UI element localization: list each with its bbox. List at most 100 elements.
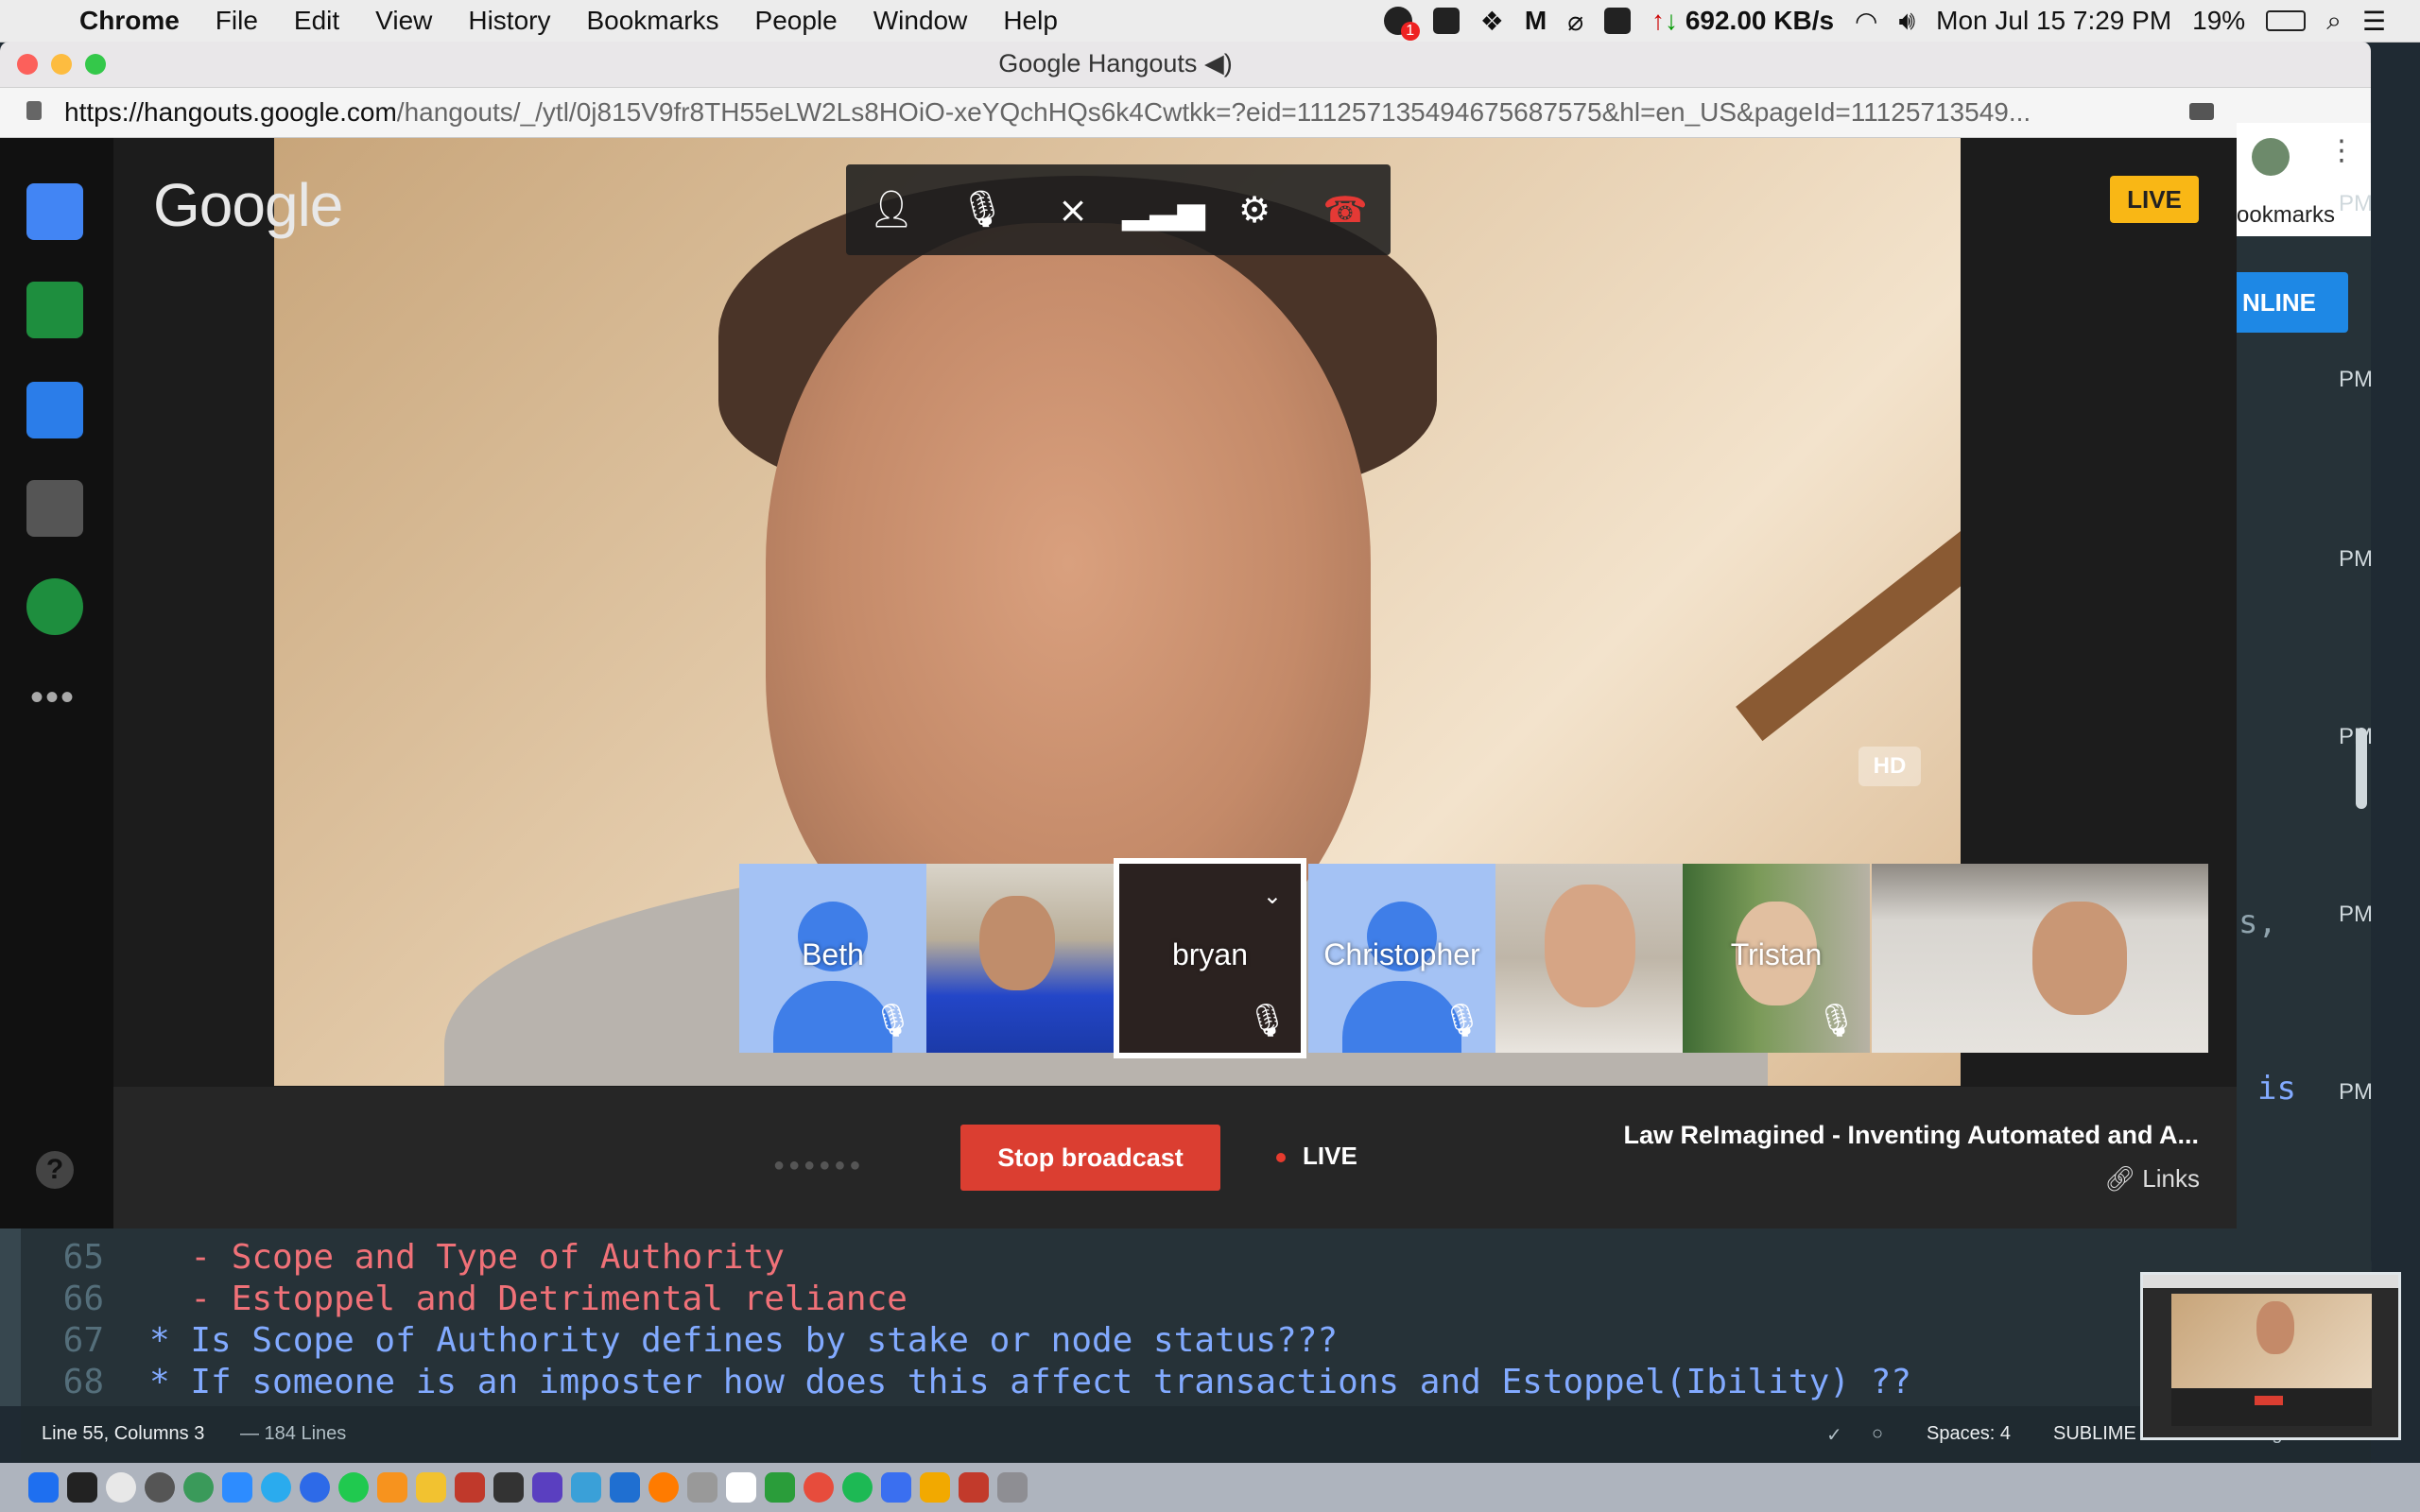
telegram-icon[interactable]: [261, 1472, 291, 1503]
syntax-setting[interactable]: SUBLIME: [2053, 1423, 2136, 1445]
notification-icon[interactable]: 1: [1383, 7, 1420, 41]
settings-gear-icon[interactable]: ⚙: [1231, 186, 1278, 233]
github-icon[interactable]: [493, 1472, 524, 1503]
participant-name: Tristan: [1730, 937, 1823, 971]
help-icon[interactable]: ?: [36, 1151, 74, 1189]
stop-broadcast-button[interactable]: Stop broadcast: [960, 1125, 1220, 1191]
dock: [0, 1463, 2420, 1512]
calendar-icon[interactable]: [726, 1472, 756, 1503]
whatsapp-icon[interactable]: [338, 1472, 369, 1503]
hang-up-icon[interactable]: ☎: [1322, 186, 1369, 233]
camera-indicator-icon[interactable]: [2189, 103, 2214, 120]
app-icon[interactable]: [145, 1472, 175, 1503]
participant-name: bryan: [1171, 937, 1249, 971]
code-line[interactable]: * If someone is an imposter how does thi…: [149, 1363, 1911, 1401]
participant-thumbnail[interactable]: [1872, 864, 2208, 1053]
battery-level[interactable]: 19%: [2192, 6, 2245, 36]
terminal-icon[interactable]: [67, 1472, 97, 1503]
menu-help[interactable]: Help: [1003, 6, 1058, 36]
time-label: PM: [2339, 191, 2373, 216]
profile-avatar[interactable]: [2252, 138, 2290, 176]
zoom-icon[interactable]: [222, 1472, 252, 1503]
app-icon[interactable]: [377, 1472, 407, 1503]
control-room-app-icon[interactable]: [26, 480, 83, 537]
editor-text-fragment: is: [2257, 1070, 2296, 1108]
chrome-icon[interactable]: [106, 1472, 136, 1503]
menu-app-name[interactable]: Chrome: [79, 6, 180, 36]
indentation-setting[interactable]: Spaces: 4: [1927, 1423, 2011, 1445]
participant-thumbnail[interactable]: Christopher 🎙︎: [1308, 864, 1495, 1053]
cursor-position[interactable]: Line 55, Columns 3: [42, 1423, 204, 1445]
time-label: PM: [2339, 902, 2373, 927]
links-button[interactable]: 🔗︎ Links: [2104, 1164, 2200, 1194]
menu-window[interactable]: Window: [873, 6, 968, 36]
app-icon[interactable]: [416, 1472, 446, 1503]
wifi-icon[interactable]: ◠: [1855, 6, 1877, 37]
inbox-icon[interactable]: [1604, 8, 1632, 34]
battery-icon: [2266, 10, 2307, 31]
chevron-down-icon[interactable]: ⌄: [1263, 883, 1282, 910]
paperclip-icon[interactable]: ⌀: [1567, 6, 1583, 37]
participant-thumbnail[interactable]: Beth 🎙︎: [739, 864, 926, 1053]
trash-icon[interactable]: [997, 1472, 1028, 1503]
screenshare-app-icon[interactable]: [26, 282, 83, 338]
menu-history[interactable]: History: [468, 6, 550, 36]
code-line[interactable]: - Estoppel and Detrimental reliance: [149, 1280, 908, 1318]
picture-in-picture-preview[interactable]: [2140, 1272, 2401, 1440]
participant-thumbnail[interactable]: Tristan 🎙︎: [1683, 864, 1870, 1053]
code-line[interactable]: * Is Scope of Authority defines by stake…: [149, 1321, 1338, 1360]
menu-edit[interactable]: Edit: [294, 6, 339, 36]
code-line[interactable]: - Scope and Type of Authority: [149, 1238, 785, 1277]
app-icon[interactable]: [571, 1472, 601, 1503]
malwarebytes-icon[interactable]: M: [1525, 6, 1547, 36]
participant-thumbnail[interactable]: [1495, 864, 1683, 1053]
menu-file[interactable]: File: [216, 6, 258, 36]
spotlight-icon[interactable]: ⌕: [2326, 6, 2342, 37]
window-title: Google Hangouts ◀︎): [998, 49, 1233, 77]
bookmark-icon[interactable]: [1432, 8, 1460, 34]
scrollbar-thumb[interactable]: [2356, 728, 2367, 809]
more-apps-icon[interactable]: •••: [30, 677, 76, 719]
speaker-icon: ◀︎): [1203, 49, 1233, 77]
line-number: 66: [62, 1280, 104, 1318]
remote-desktop-app-icon[interactable]: [26, 382, 83, 438]
participant-face: [979, 896, 1055, 990]
app-icon[interactable]: [687, 1472, 717, 1503]
safari-icon[interactable]: [610, 1472, 640, 1503]
editor-status-bar: Line 55, Columns 3 — 184 Lines ✓ ○ Space…: [21, 1406, 2371, 1463]
address-bar[interactable]: https://hangouts.google.com/hangouts/_/y…: [0, 88, 2371, 138]
app-icon[interactable]: [183, 1472, 214, 1503]
add-person-icon[interactable]: 👤︎: [868, 186, 915, 233]
participant-thumbnail[interactable]: [926, 864, 1114, 1053]
bandwidth-icon[interactable]: ▂▃▅: [1122, 186, 1205, 233]
online-button[interactable]: NLINE: [2237, 272, 2348, 333]
app-icon[interactable]: [920, 1472, 950, 1503]
dropbox-icon[interactable]: ❖: [1480, 6, 1504, 37]
toolbox-app-icon[interactable]: [26, 578, 83, 635]
clock[interactable]: Mon Jul 15 7:29 PM: [1936, 6, 2171, 36]
notification-center-icon[interactable]: ☰: [2362, 6, 2386, 37]
finder-icon[interactable]: [28, 1472, 59, 1503]
net-speed: ↑↓ 692.00 KB/s: [1651, 6, 1835, 35]
app-icon[interactable]: [455, 1472, 485, 1503]
app-icon[interactable]: [959, 1472, 989, 1503]
messenger-icon[interactable]: [300, 1472, 330, 1503]
app-icon[interactable]: [765, 1472, 795, 1503]
url-text[interactable]: https://hangouts.google.com/hangouts/_/y…: [64, 97, 2031, 128]
mic-muted-icon[interactable]: 🎙︎: [959, 186, 1006, 233]
spotify-icon[interactable]: [842, 1472, 873, 1503]
volume-icon[interactable]: 🔊︎: [1898, 6, 1915, 37]
menu-bookmarks[interactable]: Bookmarks: [586, 6, 718, 36]
chat-app-icon[interactable]: [26, 183, 83, 240]
menu-people[interactable]: People: [755, 6, 838, 36]
firefox-icon[interactable]: [648, 1472, 679, 1503]
menu-view[interactable]: View: [375, 6, 432, 36]
lock-icon[interactable]: [26, 101, 42, 120]
app-icon[interactable]: [881, 1472, 911, 1503]
camera-off-icon[interactable]: ⨯: [1049, 186, 1097, 233]
more-vert-icon[interactable]: ⋮: [2327, 134, 2356, 167]
pagination-dots[interactable]: ●●●●●●: [773, 1155, 864, 1177]
app-icon[interactable]: [804, 1472, 834, 1503]
participant-thumbnail-selected[interactable]: ⌄ bryan 🎙︎: [1114, 858, 1306, 1058]
app-icon[interactable]: [532, 1472, 562, 1503]
